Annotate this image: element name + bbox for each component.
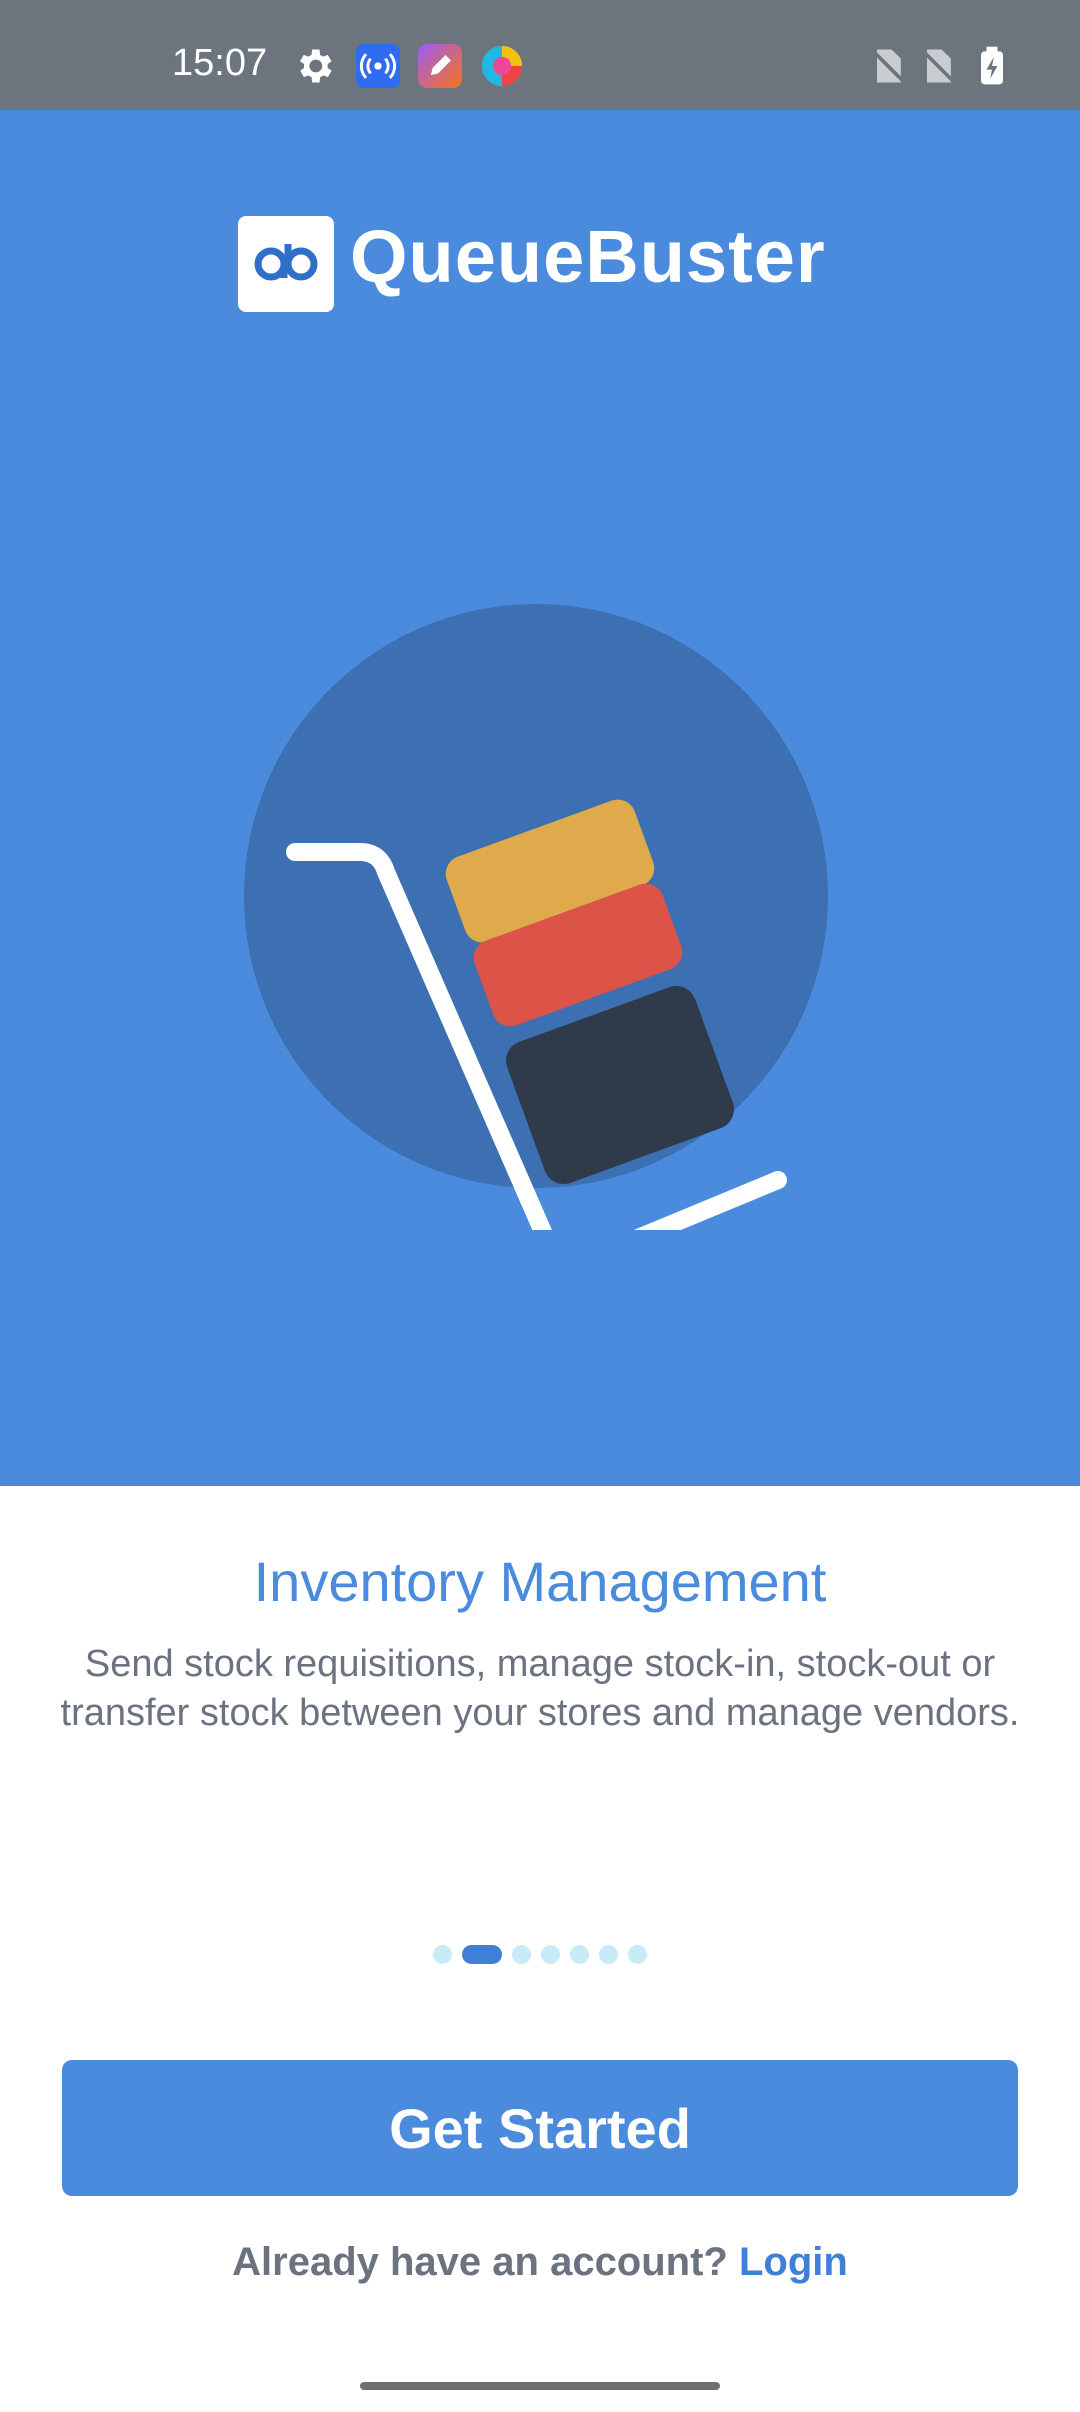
inventory-trolley-illustration <box>244 604 828 1230</box>
qb-logo-icon <box>254 244 318 281</box>
page-dot[interactable] <box>628 1944 647 1964</box>
slide-description: Send stock requisitions, manage stock-in… <box>60 1643 1020 1734</box>
settings-gear-icon <box>300 49 332 83</box>
no-sim-icon <box>920 48 956 84</box>
hero-banner: QueueBuster <box>0 110 1080 1486</box>
home-gesture-bar[interactable] <box>360 2382 720 2390</box>
get-started-button[interactable]: Get Started <box>62 2060 1018 2196</box>
queuebuster-logo <box>238 216 334 312</box>
brand-name: QueueBuster <box>350 215 826 298</box>
broadcast-icon <box>356 44 400 88</box>
page-dot[interactable] <box>541 1944 560 1964</box>
battery-charging-icon <box>981 46 1003 85</box>
page-dot[interactable] <box>512 1944 531 1964</box>
page-dot[interactable] <box>599 1944 618 1964</box>
pen-app-icon <box>418 44 462 88</box>
page-dot-active[interactable] <box>462 1944 502 1964</box>
page-dot[interactable] <box>570 1944 589 1964</box>
page-indicator <box>0 1944 1080 1964</box>
already-account-text: Already have an account? <box>232 2240 728 2284</box>
page-dot[interactable] <box>433 1944 452 1964</box>
login-prompt: Already have an account? Login <box>0 2240 1080 2285</box>
status-time: 15:07 <box>172 42 268 84</box>
login-link[interactable]: Login <box>739 2240 848 2284</box>
no-sim-icon <box>870 48 906 84</box>
slide-title: Inventory Management <box>253 1550 827 1613</box>
colorful-browser-icon <box>481 45 523 87</box>
status-bar: 15:07 <box>0 0 1080 110</box>
